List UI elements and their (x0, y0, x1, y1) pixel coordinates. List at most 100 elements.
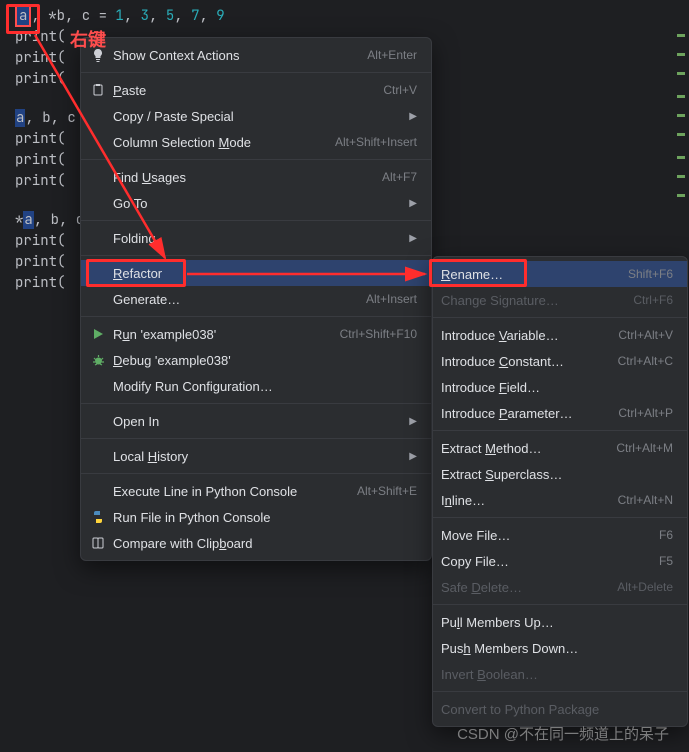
menu-label: Introduce Constant… (441, 354, 606, 369)
submenu-push-down[interactable]: Push Members Down… (433, 635, 687, 661)
menu-local-history[interactable]: Local History ▶ (81, 443, 431, 469)
submenu-introduce-variable[interactable]: Introduce Variable… Ctrl+Alt+V (433, 322, 687, 348)
menu-shortcut: Alt+Delete (617, 580, 673, 594)
chevron-right-icon: ▶ (409, 198, 417, 209)
submenu-extract-method[interactable]: Extract Method… Ctrl+Alt+M (433, 435, 687, 461)
menu-refactor[interactable]: Refactor ▶ (81, 260, 431, 286)
menu-shortcut: Ctrl+Alt+M (616, 441, 673, 455)
menu-copy-paste-special[interactable]: Copy / Paste Special ▶ (81, 103, 431, 129)
separator (433, 604, 687, 605)
menu-label: Pull Members Up… (441, 615, 673, 630)
menu-shortcut: Ctrl+Alt+P (618, 406, 673, 420)
submenu-safe-delete: Safe Delete… Alt+Delete (433, 574, 687, 600)
run-icon (89, 325, 107, 343)
menu-show-context-actions[interactable]: Show Context Actions Alt+Enter (81, 42, 431, 68)
menu-label: Show Context Actions (113, 48, 355, 63)
menu-goto[interactable]: Go To ▶ (81, 190, 431, 216)
menu-run[interactable]: Run 'example038' Ctrl+Shift+F10 (81, 321, 431, 347)
separator (433, 691, 687, 692)
menu-shortcut: Ctrl+Alt+C (618, 354, 673, 368)
menu-shortcut: Alt+Enter (367, 48, 417, 62)
compare-icon (89, 534, 107, 552)
menu-shortcut: Ctrl+Alt+N (618, 493, 673, 507)
submenu-introduce-parameter[interactable]: Introduce Parameter… Ctrl+Alt+P (433, 400, 687, 426)
menu-shortcut: F6 (659, 528, 673, 542)
separator (81, 255, 431, 256)
menu-find-usages[interactable]: Find Usages Alt+F7 (81, 164, 431, 190)
menu-label: Convert to Python Package (441, 702, 673, 717)
submenu-pull-up[interactable]: Pull Members Up… (433, 609, 687, 635)
menu-run-file-console[interactable]: Run File in Python Console (81, 504, 431, 530)
bulb-icon (89, 46, 107, 64)
submenu-change-signature: Change Signature… Ctrl+F6 (433, 287, 687, 313)
separator (81, 316, 431, 317)
menu-label: Compare with Clipboard (113, 536, 417, 551)
submenu-invert-boolean: Invert Boolean… (433, 661, 687, 687)
separator (433, 430, 687, 431)
chevron-right-icon: ▶ (409, 416, 417, 427)
menu-label: Modify Run Configuration… (113, 379, 417, 394)
submenu-move-file[interactable]: Move File… F6 (433, 522, 687, 548)
submenu-introduce-field[interactable]: Introduce Field… (433, 374, 687, 400)
menu-shortcut: Ctrl+F6 (633, 293, 673, 307)
menu-label: Paste (113, 83, 371, 98)
refactor-submenu: Rename… Shift+F6 Change Signature… Ctrl+… (432, 256, 688, 727)
context-menu: Show Context Actions Alt+Enter Paste Ctr… (80, 37, 432, 561)
watermark: CSDN @不在同一频道上的呆子 (457, 723, 669, 744)
submenu-copy-file[interactable]: Copy File… F5 (433, 548, 687, 574)
submenu-introduce-constant[interactable]: Introduce Constant… Ctrl+Alt+C (433, 348, 687, 374)
menu-label: Local History (113, 449, 397, 464)
menu-label: Run File in Python Console (113, 510, 417, 525)
menu-shortcut: F5 (659, 554, 673, 568)
separator (433, 517, 687, 518)
menu-label: Rename… (441, 267, 616, 282)
chevron-right-icon: ▶ (409, 233, 417, 244)
menu-label: Extract Method… (441, 441, 604, 456)
chevron-right-icon: ▶ (409, 268, 417, 279)
chevron-right-icon: ▶ (409, 111, 417, 122)
menu-shortcut: Alt+Shift+E (357, 484, 417, 498)
menu-label: Column Selection Mode (113, 135, 323, 150)
menu-label: Change Signature… (441, 293, 621, 308)
menu-label: Run 'example038' (113, 327, 328, 342)
menu-label: Invert Boolean… (441, 667, 673, 682)
menu-shortcut: Alt+Insert (366, 292, 417, 306)
submenu-extract-superclass[interactable]: Extract Superclass… (433, 461, 687, 487)
code-line[interactable]: a, *b, c = 1, 3, 5, 7, 9 (0, 6, 689, 27)
chevron-right-icon: ▶ (409, 451, 417, 462)
menu-modify-run-config[interactable]: Modify Run Configuration… (81, 373, 431, 399)
menu-shortcut: Ctrl+V (383, 83, 417, 97)
separator (433, 317, 687, 318)
menu-open-in[interactable]: Open In ▶ (81, 408, 431, 434)
menu-compare-clipboard[interactable]: Compare with Clipboard (81, 530, 431, 556)
menu-column-selection[interactable]: Column Selection Mode Alt+Shift+Insert (81, 129, 431, 155)
menu-folding[interactable]: Folding ▶ (81, 225, 431, 251)
separator (81, 473, 431, 474)
menu-label: Generate… (113, 292, 354, 307)
menu-shortcut: Ctrl+Shift+F10 (340, 327, 417, 341)
submenu-inline[interactable]: Inline… Ctrl+Alt+N (433, 487, 687, 513)
separator (81, 159, 431, 160)
menu-label: Find Usages (113, 170, 370, 185)
separator (81, 72, 431, 73)
menu-label: Introduce Variable… (441, 328, 606, 343)
menu-label: Safe Delete… (441, 580, 605, 595)
separator (81, 403, 431, 404)
menu-paste[interactable]: Paste Ctrl+V (81, 77, 431, 103)
menu-execute-line[interactable]: Execute Line in Python Console Alt+Shift… (81, 478, 431, 504)
menu-debug[interactable]: Debug 'example038' (81, 347, 431, 373)
menu-generate[interactable]: Generate… Alt+Insert (81, 286, 431, 312)
menu-shortcut: Ctrl+Alt+V (618, 328, 673, 342)
menu-label: Open In (113, 414, 397, 429)
menu-label: Copy / Paste Special (113, 109, 397, 124)
menu-label: Refactor (113, 266, 397, 281)
menu-label: Folding (113, 231, 397, 246)
menu-label: Go To (113, 196, 397, 211)
menu-label: Copy File… (441, 554, 647, 569)
submenu-rename[interactable]: Rename… Shift+F6 (433, 261, 687, 287)
menu-label: Move File… (441, 528, 647, 543)
menu-label: Debug 'example038' (113, 353, 417, 368)
submenu-convert-package: Convert to Python Package (433, 696, 687, 722)
menu-shortcut: Alt+F7 (382, 170, 417, 184)
menu-label: Introduce Parameter… (441, 406, 606, 421)
